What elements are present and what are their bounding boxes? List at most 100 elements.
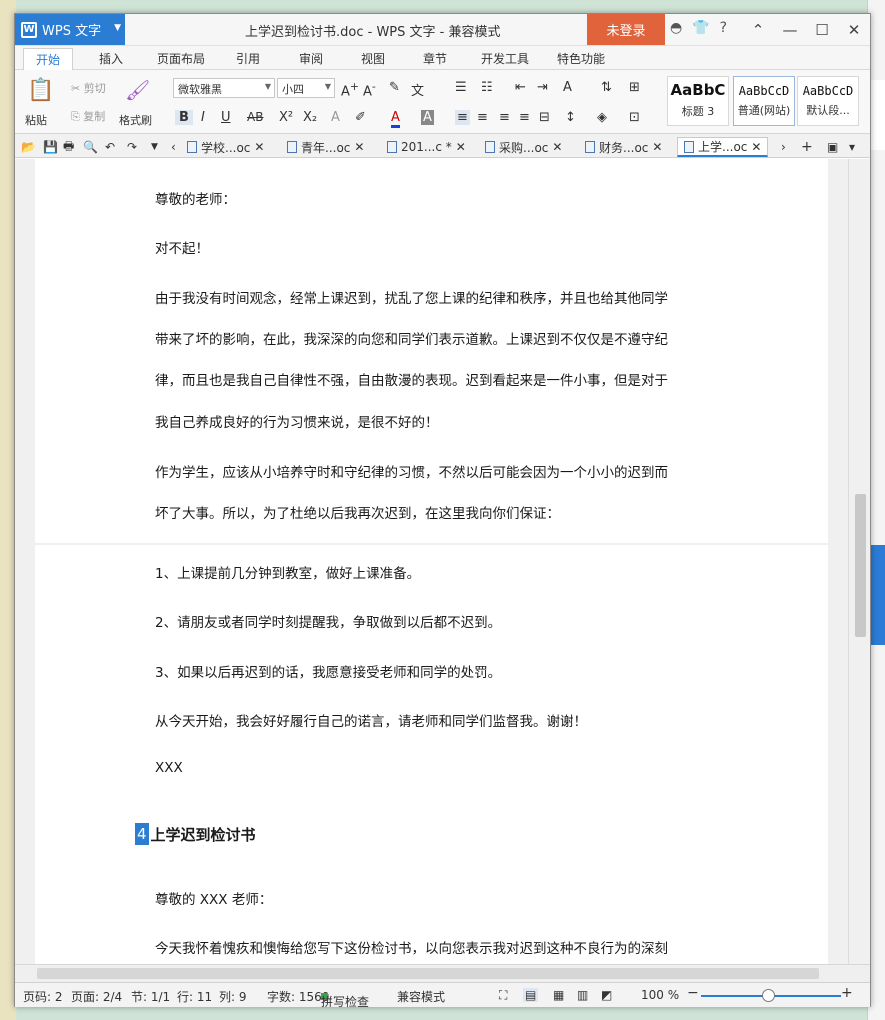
strikethrough-button[interactable]: AB xyxy=(247,110,263,124)
grow-font-icon[interactable]: A+ xyxy=(341,80,359,99)
border-icon[interactable]: ⊡ xyxy=(629,110,640,125)
bold-button[interactable]: B xyxy=(175,110,193,125)
superscript-button[interactable]: X² xyxy=(279,110,293,125)
vertical-scroll-thumb[interactable] xyxy=(855,494,866,637)
italic-button[interactable]: I xyxy=(201,110,205,125)
highlight-icon[interactable]: ✐ xyxy=(355,110,366,125)
page-1[interactable]: 尊敬的老师： 对不起！ 由于我没有时间观念，经常上课迟到，扰乱了您上课的纪律和秩… xyxy=(35,159,828,543)
close-tab-icon[interactable]: ✕ xyxy=(456,140,466,154)
redo-icon[interactable]: ↷ xyxy=(127,137,137,157)
copy-button[interactable]: ⎘ 复制 xyxy=(71,108,105,124)
doc-tab[interactable]: 财务...oc ✕ xyxy=(585,137,662,157)
print-icon[interactable]: 🖶 xyxy=(63,137,74,157)
menu-home[interactable]: 开始 xyxy=(23,48,74,71)
close-tab-icon[interactable]: ✕ xyxy=(751,140,761,154)
full-screen-icon[interactable]: ⛶ xyxy=(499,988,507,1003)
justify-icon[interactable]: ≡ xyxy=(519,110,530,125)
page-view-icon[interactable]: ▤ xyxy=(523,988,539,1002)
outline-view-icon[interactable]: ▦ xyxy=(553,988,564,1002)
tab-list-icon[interactable]: ▣ xyxy=(827,137,838,157)
new-tab-icon[interactable]: + xyxy=(801,137,813,157)
menu-special[interactable]: 特色功能 xyxy=(557,50,605,67)
menu-view[interactable]: 视图 xyxy=(361,50,385,67)
underline-button[interactable]: U xyxy=(221,110,231,125)
bullet-list-icon[interactable]: ☰ xyxy=(455,80,467,95)
doc-tab[interactable]: 201...c * ✕ xyxy=(387,137,466,157)
zoom-slider-knob[interactable] xyxy=(762,989,775,1002)
quick-access-dropdown-icon[interactable]: ▼ xyxy=(151,137,158,157)
page-2[interactable]: 1、上课提前几分钟到教室，做好上课准备。 2、请朋友或者同学时刻提醒我，争取做到… xyxy=(35,545,828,964)
clear-format-icon[interactable]: ✎ xyxy=(389,80,400,95)
collapse-ribbon-icon[interactable]: ⌃ xyxy=(742,14,774,45)
doc-tab[interactable]: 青年...oc ✕ xyxy=(287,137,364,157)
style-default-paragraph[interactable]: AaBbCcD 默认段... xyxy=(797,76,859,126)
subscript-button[interactable]: X₂ xyxy=(303,110,317,125)
document-area[interactable]: 尊敬的老师： 对不起！ 由于我没有时间观念，经常上课迟到，扰乱了您上课的纪律和秩… xyxy=(15,159,848,964)
tab-scroll-left-icon[interactable]: ‹ xyxy=(171,137,176,157)
cut-button[interactable]: ✂ 剪切 xyxy=(71,80,106,96)
feedback-icon[interactable]: ◓ xyxy=(670,20,682,36)
zoom-in-icon[interactable]: + xyxy=(841,985,853,1001)
align-left-icon[interactable]: ≡ xyxy=(455,110,470,125)
reading-view-icon[interactable]: ◩ xyxy=(601,988,612,1002)
horizontal-scroll-thumb[interactable] xyxy=(37,968,819,979)
web-view-icon[interactable]: ▥ xyxy=(577,988,588,1002)
save-icon[interactable]: 💾 xyxy=(43,137,58,157)
close-button[interactable]: ✕ xyxy=(838,14,870,45)
vertical-scrollbar[interactable] xyxy=(848,159,870,964)
menu-references[interactable]: 引用 xyxy=(236,50,260,67)
zoom-level[interactable]: 100 % xyxy=(641,988,679,1002)
undo-icon[interactable]: ↶ xyxy=(105,137,115,157)
close-tab-icon[interactable]: ✕ xyxy=(254,140,264,154)
distribute-icon[interactable]: ⊟ xyxy=(539,110,550,125)
menu-chapter[interactable]: 章节 xyxy=(423,50,447,67)
maximize-button[interactable]: ☐ xyxy=(806,14,838,45)
line-spacing-icon[interactable]: ↕ xyxy=(565,110,576,125)
font-name-select[interactable]: 微软雅黑 ▼ xyxy=(173,78,275,98)
app-menu-button[interactable]: W WPS 文字 ▼ xyxy=(15,14,125,45)
table-grid-icon[interactable]: ⊞ xyxy=(629,80,640,95)
shading-icon[interactable]: ◈ xyxy=(597,110,607,125)
shrink-font-icon[interactable]: A- xyxy=(363,80,376,99)
tab-scroll-right-icon[interactable]: › xyxy=(781,137,786,157)
font-color-icon[interactable]: A xyxy=(391,110,400,128)
font-size-select[interactable]: 小四 ▼ xyxy=(277,78,335,98)
align-center-icon[interactable]: ≡ xyxy=(477,110,488,125)
style-heading3[interactable]: AaBbC 标题 3 xyxy=(667,76,729,126)
align-right-icon[interactable]: ≡ xyxy=(499,110,510,125)
skin-icon[interactable]: 👕 xyxy=(692,20,709,36)
increase-indent-icon[interactable]: ⇥ xyxy=(537,80,548,95)
paste-icon[interactable]: 📋 xyxy=(27,78,54,103)
menu-insert[interactable]: 插入 xyxy=(99,50,123,67)
menu-page-layout[interactable]: 页面布局 xyxy=(157,50,205,67)
login-button[interactable]: 未登录 xyxy=(587,14,665,45)
doc-tab-active[interactable]: 上学...oc ✕ xyxy=(677,137,769,157)
status-page-code[interactable]: 页码: 2 xyxy=(23,988,63,1005)
char-scale-icon[interactable]: A xyxy=(563,80,572,95)
close-tab-icon[interactable]: ✕ xyxy=(552,140,562,154)
open-folder-icon[interactable]: 📂 xyxy=(21,137,36,157)
close-tab-icon[interactable]: ✕ xyxy=(652,140,662,154)
phonetic-icon[interactable]: 文 xyxy=(411,80,424,99)
help-icon[interactable]: ? xyxy=(720,20,727,36)
paste-button[interactable]: 粘贴 xyxy=(25,112,47,128)
decrease-indent-icon[interactable]: ⇤ xyxy=(515,80,526,95)
menu-developer[interactable]: 开发工具 xyxy=(481,50,529,67)
style-normal-web[interactable]: AaBbCcD 普通(网站) xyxy=(733,76,795,126)
numbered-list-icon[interactable]: ☷ xyxy=(481,80,493,95)
char-shading-icon[interactable]: A xyxy=(421,110,434,125)
zoom-slider[interactable] xyxy=(701,989,841,1002)
menu-review[interactable]: 审阅 xyxy=(299,50,323,67)
text-effect-icon[interactable]: A xyxy=(331,110,340,125)
sort-icon[interactable]: ⇅ xyxy=(601,80,612,95)
format-painter-icon[interactable]: 🖌 xyxy=(125,78,150,102)
doc-tab[interactable]: 学校...oc ✕ xyxy=(187,137,264,157)
format-painter-button[interactable]: 格式刷 xyxy=(119,112,152,128)
tab-menu-icon[interactable]: ▾ xyxy=(849,137,855,157)
print-preview-icon[interactable]: 🔍 xyxy=(83,137,98,157)
doc-tab[interactable]: 采购...oc ✕ xyxy=(485,137,562,157)
close-tab-icon[interactable]: ✕ xyxy=(354,140,364,154)
minimize-button[interactable]: — xyxy=(774,14,806,45)
zoom-out-icon[interactable]: − xyxy=(687,985,699,1001)
horizontal-scrollbar[interactable] xyxy=(15,964,870,982)
